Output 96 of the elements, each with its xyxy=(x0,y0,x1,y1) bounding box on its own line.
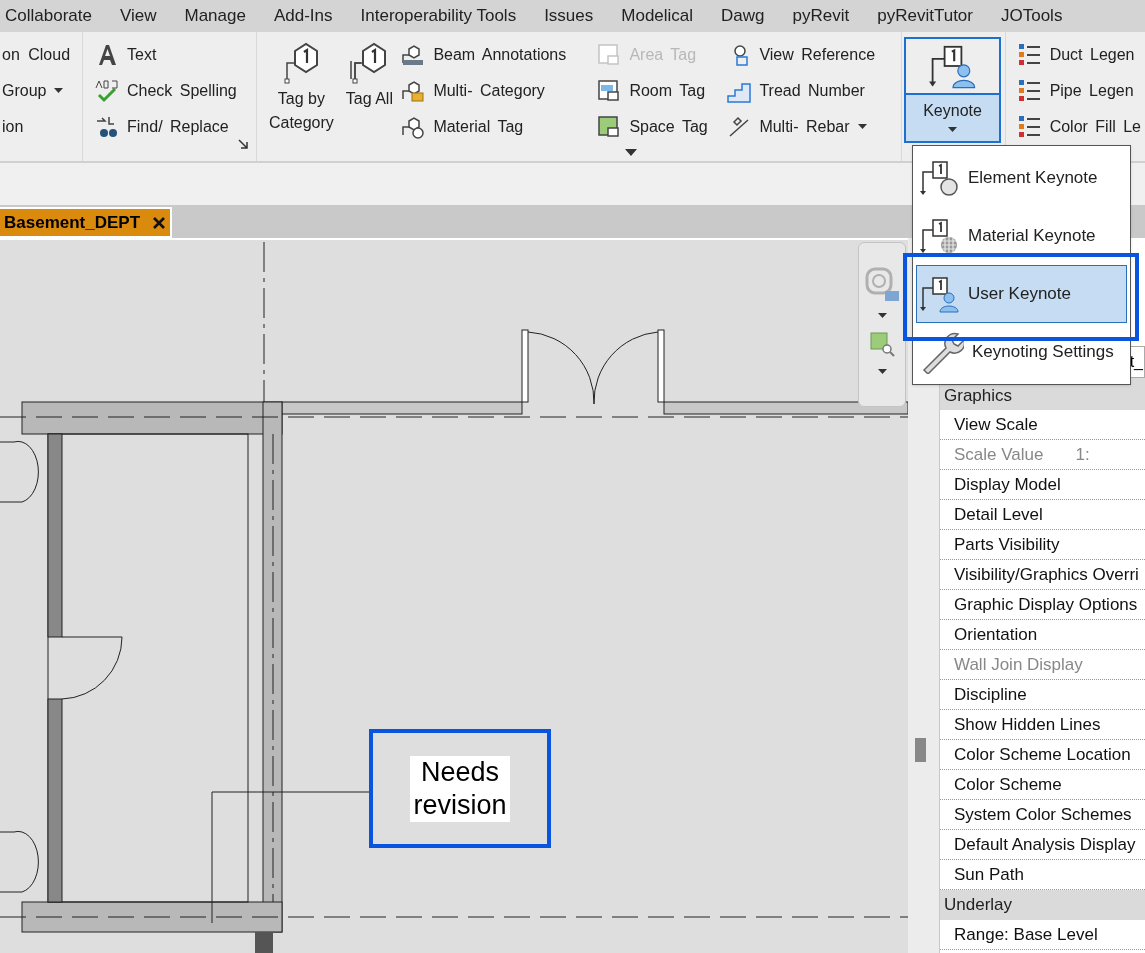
property-row[interactable]: Orientation xyxy=(940,620,1145,650)
menu-tab[interactable]: Interoperability Tools xyxy=(360,3,517,29)
ribbon-button[interactable]: Duct Legen xyxy=(1013,37,1145,73)
menu-tab[interactable]: JOTools xyxy=(1001,3,1063,29)
menu-tab[interactable]: Collaborate xyxy=(5,3,92,29)
ribbon-button[interactable]: Group xyxy=(0,73,82,109)
space-tag-icon xyxy=(597,115,622,139)
menu-tab[interactable]: pyRevitTutor xyxy=(877,3,973,29)
ribbon-button[interactable]: on Cloud xyxy=(0,37,82,73)
menu-item[interactable]: Keynoting Settings xyxy=(916,323,1127,381)
property-label: System Color Schemes xyxy=(954,803,1132,826)
ribbon-button[interactable]: Find/ Replace xyxy=(91,109,257,145)
property-label: Range: Base Level xyxy=(954,923,1098,946)
property-row[interactable]: Discipline xyxy=(940,680,1145,710)
property-row[interactable]: Display Model xyxy=(940,470,1145,500)
close-icon[interactable] xyxy=(152,215,167,230)
property-row[interactable]: Parts Visibility xyxy=(940,530,1145,560)
tag-button[interactable]: Tag All xyxy=(341,37,398,161)
menu-tab[interactable]: View xyxy=(119,3,157,29)
menu-tab[interactable]: Add-Ins xyxy=(273,3,333,29)
folder-tag-icon xyxy=(401,79,426,103)
property-label: Orientation xyxy=(954,623,1038,646)
tab-title: Basement_DEPT xyxy=(4,211,141,234)
list-icon xyxy=(1017,115,1042,139)
ribbon-button[interactable]: Room Tag xyxy=(593,73,724,109)
property-label: Discipline xyxy=(954,683,1027,706)
property-row[interactable]: Range: Base Level xyxy=(940,920,1145,950)
wrench-icon xyxy=(920,330,964,374)
panel-expand-icon[interactable] xyxy=(625,149,638,157)
document-tab[interactable]: Basement_DEPT xyxy=(0,207,173,238)
ribbon-button[interactable]: Pipe Legen xyxy=(1013,73,1145,109)
property-row[interactable]: View Scale xyxy=(940,410,1145,440)
area-tag-icon xyxy=(597,43,622,67)
property-label: Sun Path xyxy=(954,863,1024,886)
property-label: Detail Level xyxy=(954,503,1043,526)
property-label: Default Analysis Display xyxy=(954,833,1136,856)
property-label: Color Scheme Location xyxy=(954,743,1131,766)
property-row[interactable]: Show Hidden Lines xyxy=(940,710,1145,740)
element-keynote-icon xyxy=(920,158,960,198)
ribbon-button[interactable]: Material Tag xyxy=(397,109,594,145)
ribbon-button[interactable]: View Reference xyxy=(723,37,880,73)
property-label: Parts Visibility xyxy=(954,533,1060,556)
caret-icon xyxy=(877,369,887,375)
spell-check-icon xyxy=(95,79,119,103)
menu-tab[interactable]: Modelical xyxy=(621,3,694,29)
ribbon-button[interactable]: Tread Number xyxy=(723,73,880,109)
legend-icon xyxy=(1017,43,1042,67)
property-row[interactable]: Default Analysis Display xyxy=(940,830,1145,860)
dialog-launcher-icon[interactable] xyxy=(238,139,249,149)
ribbon-button[interactable]: Multi- Rebar xyxy=(723,109,880,145)
property-label: Visibility/Graphics Overri xyxy=(954,563,1139,586)
property-value: 1: xyxy=(1075,443,1090,466)
ribbon-button[interactable]: Color Fill Le xyxy=(1013,109,1145,145)
ribbon-button[interactable]: Beam Annotations xyxy=(397,37,594,73)
property-label: Color Scheme xyxy=(954,773,1062,796)
dropdown-caret-icon xyxy=(857,124,867,130)
property-label: Scale Value xyxy=(954,443,1044,466)
property-label: Show Hidden Lines xyxy=(954,713,1101,736)
ribbon-button[interactable]: Check Spelling xyxy=(91,73,257,109)
menu-tab[interactable]: Dawg xyxy=(721,3,765,29)
keynote-button[interactable]: Keynote xyxy=(904,37,1001,143)
property-row[interactable]: Color Scheme xyxy=(940,770,1145,800)
menu-tab[interactable]: pyRevit xyxy=(792,3,850,29)
zoom-icon[interactable] xyxy=(869,331,895,357)
property-row[interactable]: Visibility/Graphics Overri xyxy=(940,560,1145,590)
material-tag-icon xyxy=(401,115,426,139)
ribbon-button[interactable]: Text xyxy=(91,37,257,73)
property-label: View Scale xyxy=(954,413,1038,436)
menu-item[interactable]: User Keynote xyxy=(916,265,1127,323)
legend-icon xyxy=(1017,79,1042,103)
ribbon-button[interactable]: ion xyxy=(0,109,82,145)
caret-icon xyxy=(948,127,957,133)
property-row[interactable]: Color Scheme Location xyxy=(940,740,1145,770)
property-row[interactable]: Detail Level xyxy=(940,500,1145,530)
menu-tab[interactable]: Issues xyxy=(544,3,594,29)
menu-item[interactable]: Element Keynote xyxy=(916,149,1127,207)
property-row[interactable]: Graphic Display Options xyxy=(940,590,1145,620)
menu-tab[interactable]: Manage xyxy=(184,3,246,29)
room-tag-icon xyxy=(597,79,622,103)
ribbon-button[interactable]: Multi- Category xyxy=(397,73,594,109)
menu-item[interactable]: Material Keynote xyxy=(916,207,1127,265)
scrollbar-thumb[interactable] xyxy=(915,738,926,762)
keynote-text: Needs revision xyxy=(410,755,510,822)
property-group[interactable]: Underlay xyxy=(940,890,1145,920)
property-label: Display Model xyxy=(954,473,1061,496)
tag-button[interactable]: Tag by Category xyxy=(261,37,342,161)
user-keynote-icon xyxy=(920,274,960,314)
property-row[interactable]: System Color Schemes xyxy=(940,800,1145,830)
beam-tag-icon xyxy=(401,43,426,67)
caret-icon xyxy=(877,313,887,319)
material-keynote-icon xyxy=(920,216,960,256)
property-label: Graphic Display Options xyxy=(954,593,1138,616)
find-replace-icon xyxy=(95,115,119,139)
ribbon-button[interactable]: Space Tag xyxy=(593,109,724,145)
property-label: Wall Join Display xyxy=(954,653,1083,676)
caret-icon xyxy=(54,88,64,94)
